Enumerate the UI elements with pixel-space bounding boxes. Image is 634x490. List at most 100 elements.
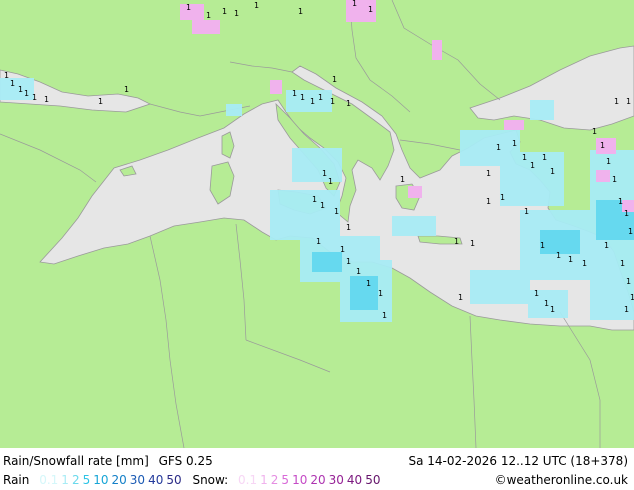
precip-marker: 1 <box>556 251 561 260</box>
snow-level-5: 20 <box>310 473 326 487</box>
valid-time: Sa 14-02-2026 12..12 UTC (18+378) <box>408 454 628 468</box>
precip-marker: 1 <box>332 75 337 84</box>
precip-marker: 1 <box>4 71 9 80</box>
precip-marker: 1 <box>496 143 501 152</box>
precip-marker: 1 <box>356 267 361 276</box>
precip-marker: 1 <box>550 305 555 314</box>
precip-marker: 1 <box>624 209 629 218</box>
precip-marker: 1 <box>620 259 625 268</box>
model-name: GFS 0.25 <box>158 454 213 468</box>
precip-marker: 1 <box>98 97 103 106</box>
precip-marker: 1 <box>454 237 459 246</box>
precip-marker: 1 <box>618 197 623 206</box>
precip-marker: 1 <box>32 93 37 102</box>
precip-marker: 1 <box>628 227 633 236</box>
rain-level-5: 20 <box>111 473 127 487</box>
precip-marker: 1 <box>512 139 517 148</box>
snow-level-2: 2 <box>270 473 279 487</box>
precip-marker: 1 <box>522 153 527 162</box>
precip-marker: 1 <box>312 195 317 204</box>
precip-marker: 1 <box>328 177 333 186</box>
precip-marker: 1 <box>524 207 529 216</box>
precip-marker: 1 <box>458 293 463 302</box>
snow-level-0: 0.1 <box>238 473 258 487</box>
precip-marker: 1 <box>368 5 373 14</box>
precip-marker: 1 <box>530 161 535 170</box>
precip-marker: 1 <box>334 207 339 216</box>
rain-scale: 0.1 1 2 5 10 20 30 40 50 <box>39 473 184 487</box>
precip-marker: 1 <box>254 1 259 10</box>
rain-level-7: 40 <box>148 473 164 487</box>
precip-marker: 1 <box>322 169 327 178</box>
credit-link[interactable]: ©weatheronline.co.uk <box>495 473 628 487</box>
precip-marker: 1 <box>592 127 597 136</box>
precip-marker: 1 <box>24 89 29 98</box>
precip-marker: 1 <box>320 201 325 210</box>
precip-marker: 1 <box>340 245 345 254</box>
precip-marker: 1 <box>10 79 15 88</box>
precip-marker: 1 <box>346 223 351 232</box>
precip-marker: 1 <box>366 279 371 288</box>
snow-level-8: 50 <box>365 473 381 487</box>
precipitation-map: 111 1 1 1 1111 1 111111 1 1 1 1 11111111111111111 11… <box>0 0 634 448</box>
precip-marker: 1 <box>346 99 351 108</box>
precip-marker: 1 <box>626 97 631 106</box>
precip-marker: 1 <box>624 305 629 314</box>
legend-scale-row: Rain 0.1 1 2 5 10 20 30 40 50 Snow: 0.1 1 2 5 10 20 30… <box>3 473 631 487</box>
snow-label: Snow: <box>192 473 229 487</box>
map-title: Rain/Snowfall rate [mm] <box>3 454 149 468</box>
precip-marker: 1 <box>18 85 23 94</box>
precip-marker: 1 <box>378 289 383 298</box>
precip-marker: 1 <box>600 141 605 150</box>
snow-level-6: 30 <box>328 473 344 487</box>
precip-marker: 1 <box>486 169 491 178</box>
rain-level-8: 50 <box>166 473 182 487</box>
precip-marker: 1 <box>206 11 211 20</box>
precip-marker: 1 <box>222 7 227 16</box>
precip-marker: 1 <box>330 97 335 106</box>
precip-marker: 1 <box>630 293 634 302</box>
precip-marker: 1 <box>124 85 129 94</box>
precip-marker: 1 <box>534 289 539 298</box>
precip-marker: 1 <box>318 93 323 102</box>
snow-level-7: 40 <box>346 473 363 487</box>
snow-level-1: 1 <box>260 473 268 487</box>
precip-marker: 1 <box>186 3 191 12</box>
precip-marker: 1 <box>316 237 321 246</box>
rain-level-1: 1 <box>61 473 69 487</box>
precip-marker: 1 <box>346 257 351 266</box>
precip-marker: 1 <box>544 299 549 308</box>
rain-level-3: 5 <box>82 473 91 487</box>
rain-level-6: 30 <box>129 473 146 487</box>
precip-marker: 1 <box>550 167 555 176</box>
rain-level-4: 10 <box>93 473 109 487</box>
snow-level-4: 10 <box>292 473 308 487</box>
precip-marker: 1 <box>500 193 505 202</box>
precip-marker: 1 <box>310 97 315 106</box>
precip-marker: 1 <box>300 93 305 102</box>
precip-marker: 1 <box>292 89 297 98</box>
precip-marker: 1 <box>612 175 617 184</box>
precip-marker: 1 <box>614 97 619 106</box>
precip-marker: 1 <box>44 95 49 104</box>
precip-marker: 1 <box>626 277 631 286</box>
precip-marker: 1 <box>382 311 387 320</box>
precip-marker: 1 <box>234 9 239 18</box>
precip-marker: 1 <box>542 153 547 162</box>
precip-marker: 1 <box>352 0 357 8</box>
snow-level-3: 5 <box>281 473 290 487</box>
precip-marker: 1 <box>400 175 405 184</box>
precip-marker: 1 <box>486 197 491 206</box>
rain-level-2: 2 <box>71 473 80 487</box>
precip-marker: 1 <box>568 255 573 264</box>
rain-level-0: 0.1 <box>39 473 59 487</box>
precip-marker: 1 <box>540 241 545 250</box>
precip-marker: 1 <box>470 239 475 248</box>
precip-marker: 1 <box>606 157 611 166</box>
precip-marker: 1 <box>582 259 587 268</box>
rain-label: Rain <box>3 473 30 487</box>
precip-marker: 1 <box>298 7 303 16</box>
legend-title-row: Rain/Snowfall rate [mm] GFS 0.25 Sa 14-0… <box>3 454 631 468</box>
precip-marker: 1 <box>604 241 609 250</box>
legend-footer: Rain/Snowfall rate [mm] GFS 0.25 Sa 14-0… <box>0 448 634 490</box>
